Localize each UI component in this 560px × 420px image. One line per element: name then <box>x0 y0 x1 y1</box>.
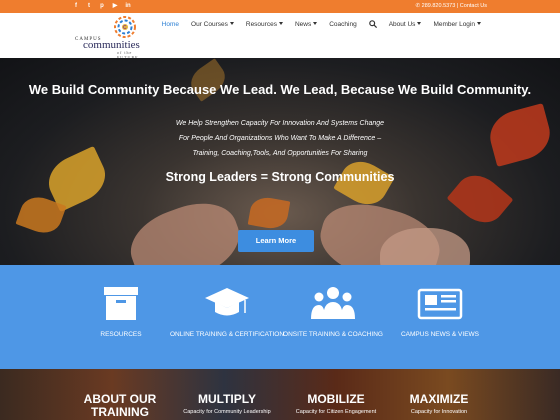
logo-mark-icon: C <box>114 16 136 38</box>
pinterest-icon[interactable]: p <box>98 2 106 10</box>
main-navbar: C CAMPUS communities of the FUTURE Home … <box>0 13 560 60</box>
nav-label: Member Login <box>433 20 475 28</box>
contact-text[interactable]: 289.820.5373 | Contact Us <box>422 3 487 9</box>
nav-item-about-us[interactable]: About Us <box>383 21 428 28</box>
nav-label: News <box>294 20 312 28</box>
chevron-down-icon <box>229 22 234 26</box>
feature-title: ABOUT OUR TRAINING <box>83 392 157 419</box>
hero-subtext: We Help Strengthen Capacity For Innovati… <box>130 116 430 161</box>
newspaper-icon <box>417 288 463 320</box>
svg-text:C: C <box>123 25 127 31</box>
facebook-icon[interactable]: f <box>72 2 80 10</box>
hand-decoration <box>380 228 470 265</box>
hero-subtext-line: Training, Coaching,Tools, And Opportunit… <box>192 150 368 157</box>
group-icon <box>311 287 355 319</box>
youtube-icon[interactable]: ▶ <box>111 2 119 10</box>
hero-subtext-line: For People And Organizations Who Want To… <box>178 135 382 142</box>
nav-label: Resources <box>245 20 277 28</box>
nav-item-resources[interactable]: Resources <box>240 21 289 28</box>
chevron-down-icon <box>313 22 318 26</box>
feature-title: MOBILIZE <box>307 392 365 406</box>
search-button[interactable] <box>363 20 383 29</box>
learn-more-button[interactable]: Learn More <box>238 230 314 252</box>
contact-info[interactable]: ✆ 289.820.5373 | Contact Us <box>416 3 487 9</box>
feature-subtitle: Capacity for Citizen Engagement <box>295 409 377 415</box>
feature-maximize[interactable]: MAXIMIZE Capacity for Innovation <box>384 369 494 416</box>
top-bar: f t p ▶ in ✆ 289.820.5373 | Contact Us <box>0 0 560 13</box>
feature-multiply[interactable]: MULTIPLY Capacity for Community Leadersh… <box>172 369 282 416</box>
hero-headline: We Build Community Because We Lead. We L… <box>28 82 532 97</box>
hand-decoration <box>121 191 249 265</box>
leaf-decoration <box>247 194 291 232</box>
chevron-down-icon <box>278 22 283 26</box>
feature-subtitle: Capacity for Innovation <box>410 409 468 415</box>
nav-item-home[interactable]: Home <box>156 21 185 28</box>
hero-tagline: Strong Leaders = Strong Communities <box>165 170 395 184</box>
hero-subtext-line: We Help Strengthen Capacity For Innovati… <box>175 120 385 127</box>
twitter-icon[interactable]: t <box>85 2 93 10</box>
chevron-down-icon <box>477 22 481 26</box>
services-band: RESOURCES ONLINE TRAINING & CERTIFICATIO… <box>0 265 560 369</box>
feature-about-training[interactable]: ABOUT OUR TRAINING <box>65 369 175 419</box>
archive-box-icon <box>104 287 138 320</box>
nav-label: Our Courses <box>191 20 228 28</box>
nav-item-news[interactable]: News <box>289 21 323 28</box>
nav-item-coaching[interactable]: Coaching <box>323 21 362 28</box>
nav-item-our-courses[interactable]: Our Courses <box>185 21 240 28</box>
feature-subtitle: Capacity for Community Leadership <box>183 409 271 415</box>
nav-label: About Us <box>388 20 416 28</box>
search-icon <box>368 20 377 29</box>
nav-item-member-login[interactable]: Member Login <box>427 21 487 28</box>
feature-mobilize[interactable]: MOBILIZE Capacity for Citizen Engagement <box>281 369 391 416</box>
chevron-down-icon <box>417 22 422 26</box>
linkedin-icon[interactable]: in <box>124 2 132 10</box>
main-menu: Home Our Courses Resources News Coaching… <box>156 20 487 29</box>
social-links: f t p ▶ in <box>72 2 132 10</box>
service-label: CAMPUS NEWS & VIEWS <box>400 331 479 338</box>
hero-banner: We Build Community Because We Lead. We L… <box>0 58 560 265</box>
feature-title: MULTIPLY <box>197 392 256 406</box>
bottom-feature-band: ABOUT OUR TRAINING MULTIPLY Capacity for… <box>0 369 560 420</box>
feature-title: MAXIMIZE <box>409 392 469 406</box>
site-logo[interactable]: C CAMPUS communities of the FUTURE <box>73 15 148 60</box>
graduation-cap-icon <box>205 288 249 316</box>
service-campus-news[interactable]: CAMPUS NEWS & VIEWS <box>370 265 510 369</box>
leaf-decoration <box>484 103 556 167</box>
